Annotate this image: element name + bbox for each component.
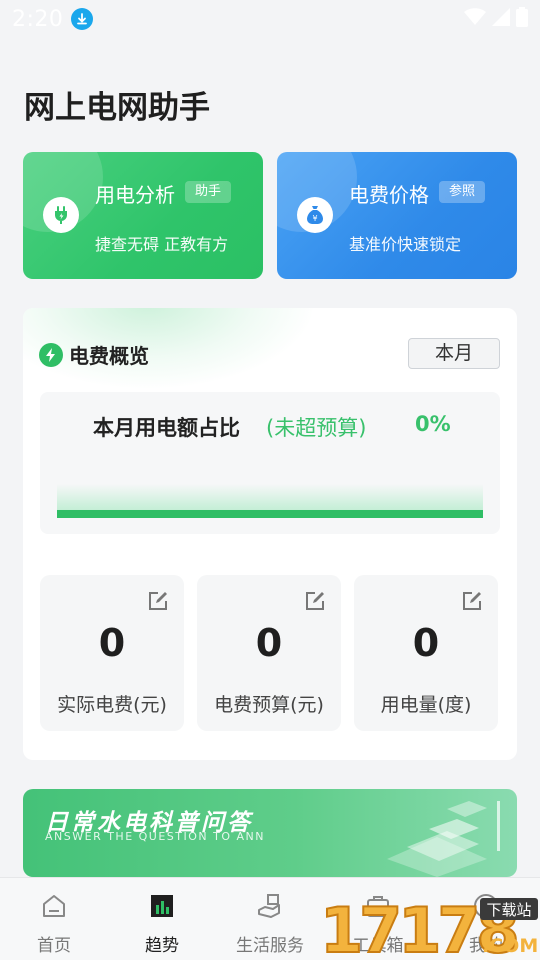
overview-title: 电费概览 [69, 344, 149, 368]
ratio-label: 本月用电额占比 [93, 416, 240, 440]
watermark-domain: .COM [482, 935, 538, 957]
tab-life-service[interactable]: 生活服务 [216, 878, 324, 960]
service-icon [258, 894, 280, 918]
edit-icon[interactable] [303, 589, 327, 613]
site-watermark: 17178 下载站 .COM [319, 893, 538, 960]
edit-icon[interactable] [146, 589, 170, 613]
signal-icon [492, 8, 510, 26]
period-select-button[interactable]: 本月 [408, 338, 500, 369]
page-title: 网上电网助手 [24, 90, 210, 126]
stat-label: 电费预算(元) [214, 694, 324, 716]
wifi-icon [464, 8, 486, 25]
question-mark-illustration [387, 801, 500, 877]
price-card[interactable]: ¥ 电费价格 参照 基准价快速锁定 [277, 152, 517, 279]
money-bag-icon: ¥ [297, 197, 333, 233]
stat-value: 0 [412, 621, 440, 665]
card-tag: 参照 [439, 181, 486, 203]
lightning-icon [39, 342, 63, 367]
tab-home[interactable]: 首页 [0, 878, 108, 960]
svg-text:¥: ¥ [312, 214, 317, 223]
usage-analysis-card[interactable]: 用电分析 助手 捷查无碍 正教有方 [23, 152, 263, 279]
card-title: 用电分析 [95, 183, 175, 207]
status-time: 2:20 [12, 6, 64, 32]
ratio-progress-bar [57, 510, 483, 518]
tab-label: 趋势 [145, 936, 179, 956]
tab-trend[interactable]: 趋势 [108, 878, 216, 960]
edit-icon[interactable] [460, 589, 484, 613]
card-subtitle: 捷查无碍 正教有方 [95, 235, 229, 254]
fee-overview-panel: 电费概览 本月 本月用电额占比 (未超预算) 0% 0 实际电费(元) 0 电费… [23, 308, 517, 760]
banner-subtitle: ANSWER THE QUESTION TO ANN [45, 830, 265, 843]
status-bar: 2:20 [0, 0, 540, 38]
watermark-sub: 下载站 [486, 901, 531, 919]
battery-icon [516, 7, 528, 27]
plug-icon [43, 197, 79, 233]
tab-label: 首页 [37, 936, 71, 956]
stat-label: 用电量(度) [380, 694, 472, 716]
chart-icon [151, 895, 173, 917]
stat-label: 实际电费(元) [57, 694, 167, 716]
download-icon [71, 8, 94, 30]
actual-fee-stat: 0 实际电费(元) [40, 575, 184, 731]
tab-label: 生活服务 [236, 936, 304, 956]
usage-ratio-box: 本月用电额占比 (未超预算) 0% [40, 392, 500, 534]
overview-header: 电费概览 [39, 340, 149, 369]
stat-value: 0 [255, 621, 283, 665]
ratio-percent: 0% [415, 412, 451, 436]
stat-value: 0 [98, 621, 126, 665]
card-title: 电费价格 [349, 183, 429, 207]
card-tag: 助手 [185, 181, 232, 203]
budget-stat: 0 电费预算(元) [197, 575, 341, 731]
card-subtitle: 基准价快速锁定 [349, 235, 462, 254]
usage-stat: 0 用电量(度) [354, 575, 498, 731]
quiz-banner[interactable]: 日常水电科普问答 ANSWER THE QUESTION TO ANN [23, 789, 517, 877]
budget-status: (未超预算) [266, 416, 367, 440]
home-icon [43, 895, 65, 917]
